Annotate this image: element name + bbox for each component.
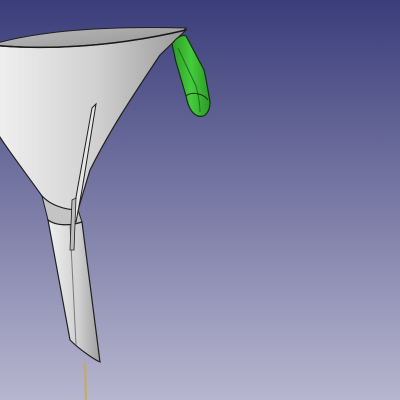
- 3d-viewport[interactable]: [0, 0, 400, 400]
- 3d-scene[interactable]: [0, 0, 400, 400]
- rod: [84, 361, 87, 400]
